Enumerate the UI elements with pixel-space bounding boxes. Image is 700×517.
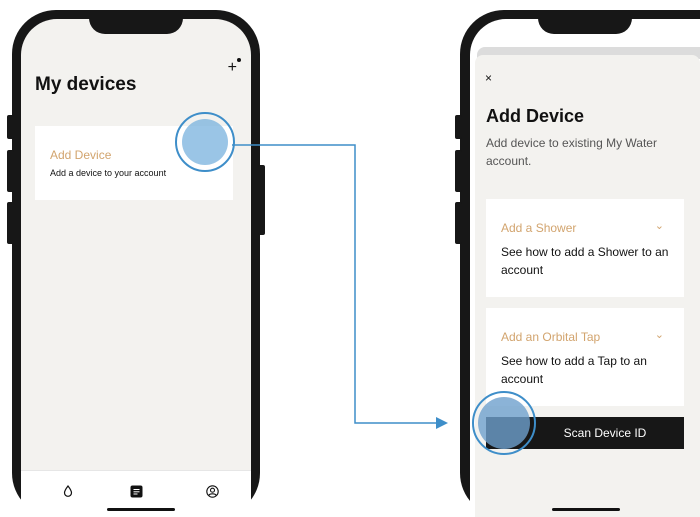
profile-icon[interactable] — [205, 484, 219, 498]
sheet-title: Add Device — [486, 106, 585, 126]
home-indicator — [107, 508, 175, 511]
left-screen: + My devices Add Device Add a device to … — [21, 19, 251, 517]
add-device-label: Add Device — [50, 148, 112, 162]
flow-arrowhead — [436, 417, 448, 429]
add-shower-label: Add a Shower — [501, 221, 577, 235]
left-phone-frame: + My devices Add Device Add a device to … — [7, 10, 265, 517]
phone-volume-down-button — [455, 202, 462, 244]
add-shower-description: See how to add a Shower to an account — [501, 245, 669, 277]
phone-notch — [89, 10, 183, 34]
add-tap-description: See how to add a Tap to an account — [501, 354, 647, 386]
phone-volume-up-button — [455, 150, 462, 192]
home-indicator — [552, 508, 620, 511]
phone-volume-up-button — [7, 150, 14, 192]
tap-indicator-ring — [472, 391, 536, 455]
document-icon[interactable] — [129, 484, 143, 498]
water-drop-icon[interactable] — [61, 484, 75, 498]
page-title: My devices — [35, 74, 137, 95]
chevron-down-icon: ⌄ — [654, 220, 664, 232]
add-device-top-button[interactable]: + — [227, 58, 241, 77]
add-tap-label: Add an Orbital Tap — [501, 330, 601, 344]
add-shower-accordion[interactable]: Add a Shower ⌄ See how to add a Shower t… — [486, 199, 684, 297]
phone-power-button — [258, 165, 265, 235]
sheet-subtitle: Add device to existing My Water account. — [486, 136, 657, 168]
phone-notch — [538, 10, 632, 34]
add-tap-accordion[interactable]: Add an Orbital Tap ⌄ See how to add a Ta… — [486, 308, 684, 406]
chevron-down-icon: ⌄ — [654, 329, 664, 341]
phone-volume-down-button — [7, 202, 14, 244]
close-icon[interactable]: × — [485, 71, 492, 85]
tap-indicator-ring — [175, 112, 235, 172]
phone-side-button — [455, 115, 462, 139]
phone-side-button — [7, 115, 14, 139]
scan-device-id-label: Scan Device ID — [563, 426, 647, 440]
add-device-subtitle: Add a device to your account — [50, 168, 167, 178]
plus-icon: + — [227, 59, 237, 76]
notification-dot — [237, 58, 241, 62]
